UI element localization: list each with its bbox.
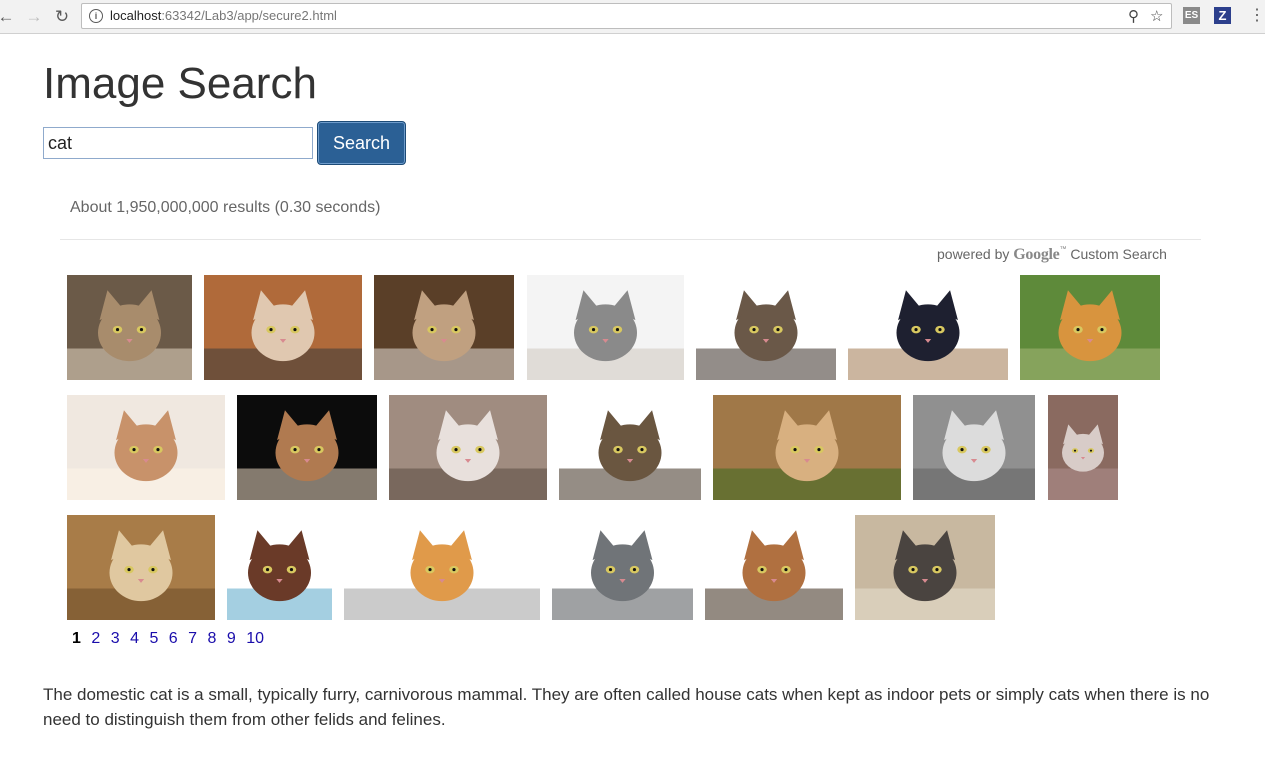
cat-photo (1048, 395, 1118, 500)
extension-es-icon[interactable]: ES (1183, 7, 1200, 24)
description-text: The domestic cat is a small, typically f… (43, 685, 1210, 729)
image-result[interactable] (67, 395, 225, 500)
custom-search-label: Custom Search (1070, 246, 1167, 262)
image-result[interactable] (67, 275, 192, 380)
image-result[interactable] (913, 395, 1035, 500)
cat-photo (1020, 275, 1160, 380)
search-input[interactable] (43, 127, 313, 159)
url-host: localhost (110, 8, 162, 23)
url-path: :63342/Lab3/app/secure2.html (161, 8, 337, 23)
image-result[interactable] (227, 515, 332, 620)
page-link[interactable]: 3 (111, 630, 120, 648)
cat-photo (713, 395, 901, 500)
extension-z-icon[interactable]: Z (1214, 7, 1231, 24)
image-result[interactable] (67, 515, 215, 620)
divider (60, 239, 1201, 240)
cat-photo (913, 395, 1035, 500)
cat-photo (527, 275, 684, 380)
cat-photo (552, 515, 693, 620)
cat-photo (237, 395, 377, 500)
cat-photo (374, 275, 514, 380)
cat-photo (705, 515, 843, 620)
cat-photo (855, 515, 995, 620)
google-branding: powered by Google™ Custom Search (937, 246, 1167, 263)
page-link[interactable]: 1 (72, 630, 81, 648)
image-result[interactable] (344, 515, 540, 620)
reload-icon[interactable]: ↻ (52, 7, 72, 27)
forward-arrow-icon[interactable]: → (24, 7, 44, 27)
extension-es-label: ES (1184, 10, 1199, 21)
cat-photo (67, 275, 192, 380)
image-result[interactable] (696, 275, 836, 380)
cat-photo (389, 395, 547, 500)
image-result[interactable] (552, 515, 693, 620)
page-link[interactable]: 10 (246, 630, 264, 648)
page-title: Image Search (43, 59, 317, 108)
browser-menu-icon[interactable]: ⋮ (1249, 6, 1265, 26)
result-stats: About 1,950,000,000 results (0.30 second… (70, 199, 381, 216)
page-link[interactable]: 4 (130, 630, 139, 648)
pagination: 1 2 3 4 5 6 7 8 9 10 (72, 630, 270, 648)
image-result[interactable] (855, 515, 995, 620)
page-link[interactable]: 6 (169, 630, 178, 648)
cat-photo (696, 275, 836, 380)
image-result[interactable] (374, 275, 514, 380)
cat-photo (67, 395, 225, 500)
image-result[interactable] (389, 395, 547, 500)
image-result[interactable] (848, 275, 1008, 380)
image-result[interactable] (237, 395, 377, 500)
back-arrow-icon[interactable]: ← (0, 7, 16, 27)
browser-toolbar: ← → ↻ i localhost:63342/Lab3/app/secure2… (0, 0, 1265, 34)
bookmark-star-icon[interactable]: ☆ (1150, 7, 1163, 25)
extension-z-label: Z (1218, 8, 1227, 23)
image-result[interactable] (1048, 395, 1118, 500)
page-link[interactable]: 5 (149, 630, 158, 648)
page-link[interactable]: 8 (208, 630, 217, 648)
google-logo: Google (1013, 246, 1060, 263)
address-bar[interactable]: i localhost:63342/Lab3/app/secure2.html … (81, 3, 1172, 29)
image-result[interactable] (527, 275, 684, 380)
page-link[interactable]: 2 (91, 630, 100, 648)
image-result[interactable] (204, 275, 362, 380)
cat-photo (344, 515, 540, 620)
cat-photo (227, 515, 332, 620)
page-link[interactable]: 7 (188, 630, 197, 648)
url-text[interactable]: localhost:63342/Lab3/app/secure2.html (110, 8, 337, 23)
search-button[interactable]: Search (317, 121, 406, 165)
image-result[interactable] (713, 395, 901, 500)
cat-photo (848, 275, 1008, 380)
zoom-icon[interactable]: ⚲ (1128, 7, 1139, 25)
image-result[interactable] (1020, 275, 1160, 380)
powered-by-label: powered by (937, 246, 1010, 262)
page-link[interactable]: 9 (227, 630, 236, 648)
image-result[interactable] (559, 395, 701, 500)
cat-photo (559, 395, 701, 500)
cat-photo (67, 515, 215, 620)
image-result[interactable] (705, 515, 843, 620)
cat-photo (204, 275, 362, 380)
info-icon[interactable]: i (89, 9, 103, 23)
